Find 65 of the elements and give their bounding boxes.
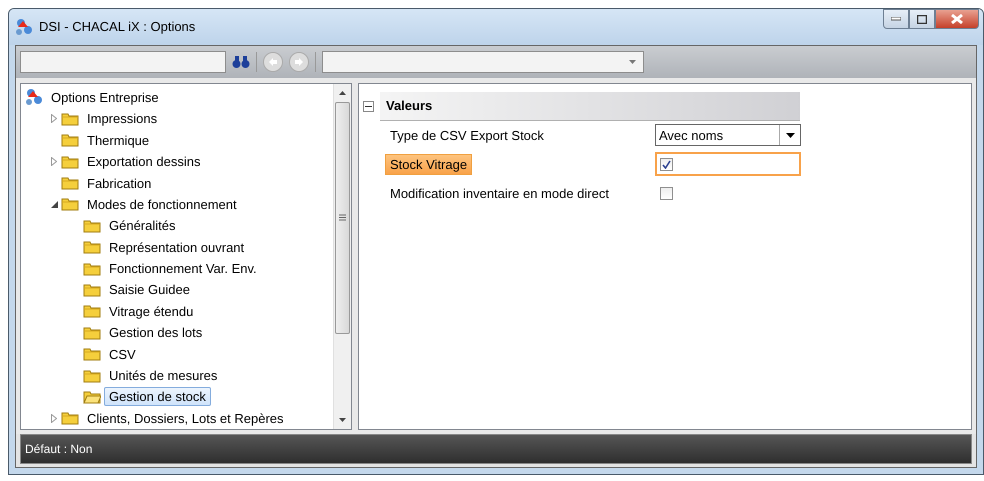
app-logo-icon	[15, 18, 33, 36]
binoculars-icon[interactable]	[232, 54, 250, 69]
folder-icon	[83, 347, 101, 362]
close-icon	[951, 14, 963, 24]
minimize-button[interactable]	[883, 9, 909, 29]
right-arrow-icon	[294, 56, 304, 67]
maximize-button[interactable]	[909, 9, 935, 29]
expand-arrow-icon[interactable]	[51, 157, 57, 166]
combo-field[interactable]	[322, 50, 644, 73]
checkbox[interactable]	[660, 158, 673, 171]
tree-item[interactable]: Vitrage étendu	[104, 302, 198, 321]
window-title: DSI - CHACAL iX : Options	[39, 19, 196, 34]
tree-item[interactable]: Clients, Dossiers, Lots et Repères	[82, 408, 289, 428]
back-button[interactable]	[263, 52, 283, 72]
folder-icon	[61, 154, 79, 169]
left-arrow-icon	[268, 56, 278, 67]
app-logo-icon	[25, 88, 43, 106]
caret-icon	[786, 132, 794, 138]
expand-arrow-icon[interactable]	[51, 114, 57, 124]
tree-item[interactable]: Généralités	[104, 216, 180, 236]
folder-icon	[61, 176, 79, 190]
folder-icon	[61, 411, 79, 426]
dropdown-field[interactable]: Avec noms	[655, 124, 801, 146]
checkmark-icon	[662, 160, 671, 169]
tree-item[interactable]: Exportation dessins	[82, 152, 206, 172]
folder-icon	[83, 262, 101, 276]
section-header: Valeurs	[380, 92, 800, 121]
close-button[interactable]	[935, 9, 979, 29]
tree-item[interactable]: Thermique	[82, 130, 154, 150]
folder-icon	[83, 304, 101, 318]
forward-button[interactable]	[289, 52, 309, 72]
tree-item[interactable]: Fonctionnement Var. Env.	[104, 259, 262, 278]
tree-item[interactable]: Modes de fonctionnement	[82, 194, 242, 214]
property-label[interactable]: Type de CSV Export Stock	[385, 124, 549, 146]
folder-icon	[83, 326, 101, 340]
property-label[interactable]: Modification inventaire en mode direct	[385, 182, 614, 204]
tree-item[interactable]: Fabrication	[82, 174, 156, 192]
tree-item[interactable]: Impressions	[82, 109, 162, 128]
open-folder-icon	[83, 390, 101, 404]
tree-root-item[interactable]: Options Entreprise	[46, 88, 164, 107]
tree-item[interactable]: Représentation ouvrant	[104, 238, 250, 257]
property-value-cell[interactable]	[655, 152, 801, 176]
search-field[interactable]	[20, 50, 226, 73]
status-text: Défaut : Non	[25, 442, 92, 456]
minimize-icon	[891, 17, 901, 21]
maximize-icon	[917, 14, 927, 24]
collapse-button[interactable]	[363, 100, 374, 112]
folder-icon	[83, 368, 101, 383]
folder-icon	[83, 282, 101, 297]
folder-icon	[83, 240, 101, 254]
tree-item[interactable]: Gestion des lots	[104, 323, 208, 342]
expand-arrow-icon[interactable]	[51, 414, 57, 423]
folder-icon	[61, 133, 79, 148]
scrollbar[interactable]	[333, 84, 351, 429]
collapse-arrow-icon[interactable]	[50, 200, 58, 208]
tree-item[interactable]: Saisie Guidee	[104, 280, 195, 300]
tree-item[interactable]: Unités de mesures	[104, 366, 222, 386]
property-label[interactable]: Stock Vitrage	[385, 154, 472, 175]
tree-item[interactable]: Gestion de stock	[104, 387, 211, 406]
folder-icon	[61, 112, 79, 126]
folder-icon	[83, 218, 101, 233]
folder-icon	[61, 197, 79, 212]
grip-icon	[339, 214, 346, 222]
checkbox[interactable]	[660, 186, 673, 200]
tree-item[interactable]: CSV	[104, 344, 141, 364]
